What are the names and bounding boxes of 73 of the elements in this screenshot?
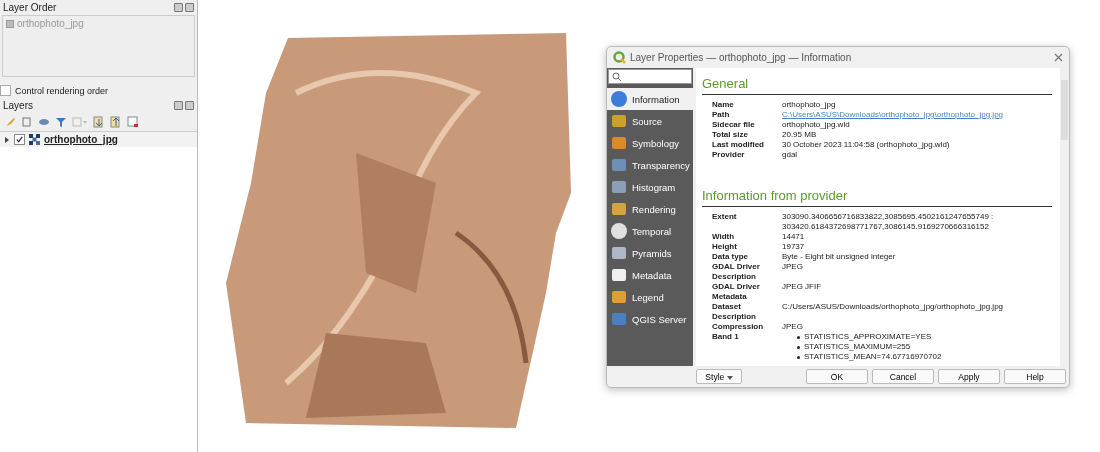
field-value: 19737 [782,242,806,252]
field-value: 303090.3406656716833822,3085695.4502161247655749 : 303420.6184372698771767,3086145.9169270666316152 [782,212,995,232]
field-label: Band 1 [712,332,740,343]
sidebar-tab[interactable]: Transparency [607,154,693,176]
checkbox-label: Control rendering order [15,85,109,96]
section-heading: General [702,76,1052,95]
caret-icon [726,375,733,380]
path-link[interactable]: C:\Users\ASUS\Downloads\orthophoto_jpg\orthophoto_jpg.jpg [782,110,1052,120]
sidebar-tab[interactable]: QGIS Server [607,308,693,330]
field-label: GDAL Driver Metadata [712,282,761,302]
dialog-button[interactable]: Cancel [872,369,934,384]
checkbox[interactable] [14,134,25,145]
field-value: 30 October 2023 11:04:58 (orthophoto_jpg.wld) [782,140,951,150]
sidebar-tab[interactable]: Information [607,88,693,110]
field-value: STATISTICS_MAXIMUM=255 [804,342,911,352]
field-value: 20.95 MB [782,130,818,140]
info-icon [610,90,628,108]
eye-icon[interactable] [38,116,50,128]
field-label: Dataset Description [712,302,757,322]
app-logo-icon [613,51,626,64]
bullet-icon [797,345,800,349]
panel-title: Layer Order [3,2,57,13]
group-icon[interactable] [72,116,88,128]
style-dropdown[interactable]: Style [696,369,742,384]
field-label: Sidecar file [712,120,756,130]
field-label: Name [712,100,735,110]
field-label: Total size [712,130,749,140]
field-label: Height [712,242,738,252]
dialog-button[interactable]: OK [806,369,868,384]
sidebar-tab[interactable]: Symbology [607,132,693,154]
field-label: Provider [712,150,746,160]
field-value: JPEG [782,262,804,273]
window-title: Layer Properties — orthophoto_jpg — Information [630,52,853,63]
panel-title: Layers [3,100,33,111]
checkbox[interactable] [0,85,11,96]
bullet-icon [797,355,800,359]
dialog-button[interactable]: Help [1004,369,1066,384]
sidebar-tab[interactable]: Legend [607,286,693,308]
scrollbar[interactable] [1060,68,1069,366]
collapse-icon[interactable] [110,116,122,128]
field-value: orthophoto_jpg [782,100,837,110]
sidebar-tab[interactable]: Temporal [607,220,693,242]
dialog-button[interactable]: Apply [938,369,1000,384]
field-label: Compression [712,322,765,332]
field-value: gdal [782,150,799,160]
sidebar-tab[interactable]: Metadata [607,264,693,286]
expand-icon[interactable] [93,116,105,128]
search-icon [612,71,622,82]
field-value: 14471 [782,232,806,242]
bullet-icon [797,335,800,339]
field-value: STATISTICS_APPROXIMATE=YES [804,332,932,342]
field-value: STATISTICS_MEAN=74.67716970702 [804,352,942,362]
field-label: GDAL Driver Description [712,262,761,282]
field-label: Last modified [712,140,765,150]
remove-layer-icon[interactable] [127,116,139,128]
field-value: C:/Users/ASUS/Downloads/orthophoto_jpg/orthophoto_jpg.jpg [782,302,1005,313]
section-heading: Information from provider [702,188,1052,207]
field-value: JPEG JFIF [782,282,823,293]
sidebar-tab[interactable]: Pyramids [607,242,693,264]
field-label: Extent [712,212,738,223]
field-label: Data type [712,252,749,262]
filter-icon[interactable] [55,116,67,128]
field-label: Path [712,110,731,120]
sidebar-tab[interactable]: Source [607,110,693,132]
sidebar-tab[interactable]: Histogram [607,176,693,198]
field-value: Byte - Eight bit unsigned integer [782,252,897,262]
field-value: JPEG [782,322,804,332]
field-label: Width [712,232,736,242]
raster-layer-icon [29,134,40,145]
sidebar-tab[interactable]: Rendering [607,198,693,220]
search-field[interactable] [608,69,692,84]
field-value: orthophoto_jpg.wld [782,120,851,130]
expand-arrow-icon[interactable] [4,136,10,143]
